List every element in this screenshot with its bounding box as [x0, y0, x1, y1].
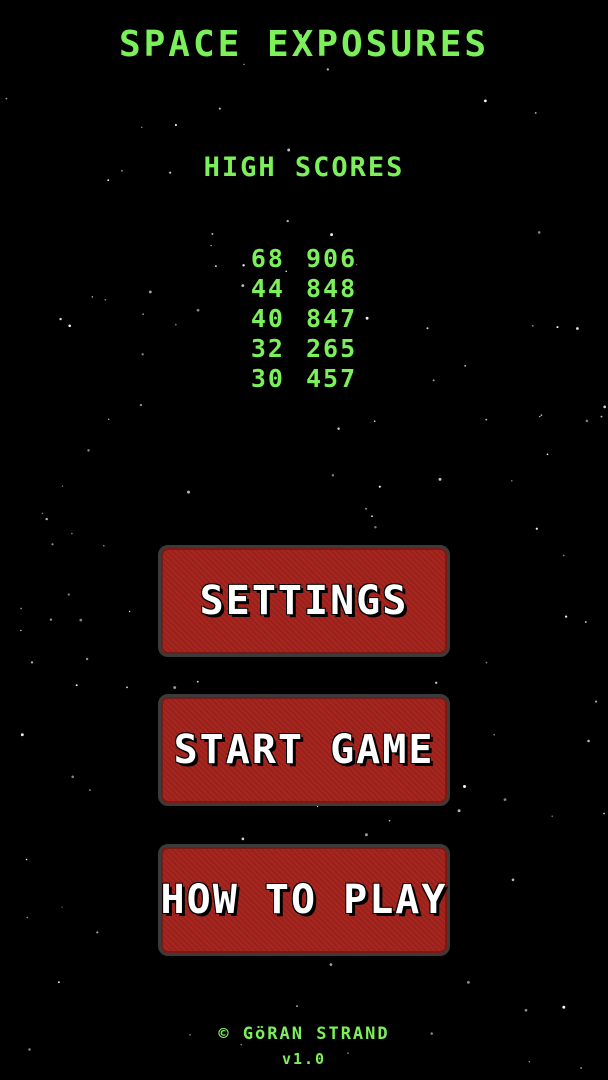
star	[173, 686, 177, 689]
star	[511, 479, 513, 482]
star	[61, 485, 64, 487]
copyright-credit: © GöRAN STRAND	[218, 1024, 390, 1044]
star	[587, 739, 590, 743]
star	[71, 532, 73, 535]
star	[603, 405, 607, 409]
star	[330, 233, 334, 237]
star	[286, 219, 289, 223]
star	[79, 618, 83, 622]
star	[485, 661, 488, 664]
star	[562, 1005, 566, 1009]
high-score-entry: 44 848	[250, 274, 358, 303]
star	[371, 515, 373, 518]
high-scores-heading: HIGH SCORES	[203, 152, 405, 183]
star	[435, 681, 438, 684]
star	[241, 837, 245, 841]
star	[373, 420, 376, 423]
star	[388, 819, 391, 822]
star	[41, 512, 44, 515]
star	[331, 474, 335, 477]
game-title: SPACE EXPOSURES	[118, 24, 490, 65]
star	[211, 232, 214, 235]
star	[141, 126, 143, 128]
star	[535, 527, 538, 530]
high-score-entry: 30 457	[250, 364, 358, 393]
star	[126, 686, 128, 689]
high-score-entry: 68 906	[250, 244, 358, 273]
star	[534, 111, 537, 114]
star	[524, 1008, 528, 1012]
star	[546, 453, 549, 456]
star	[365, 507, 367, 510]
star	[374, 525, 377, 529]
star	[57, 981, 60, 984]
star	[503, 798, 507, 801]
star	[537, 231, 541, 234]
star	[595, 700, 598, 703]
start-game-button-label: START GAME	[173, 727, 435, 773]
star	[26, 916, 29, 919]
star	[51, 543, 54, 546]
star	[364, 833, 368, 837]
star	[85, 657, 89, 661]
star	[174, 123, 177, 127]
star	[20, 629, 22, 632]
star	[107, 418, 110, 421]
star	[467, 981, 470, 984]
star	[564, 615, 568, 618]
star	[493, 733, 496, 736]
high-score-entry: 40 847	[250, 304, 358, 333]
star	[316, 805, 319, 808]
star	[600, 415, 603, 418]
star	[485, 418, 488, 421]
star	[61, 906, 63, 908]
star	[139, 403, 143, 407]
how-to-play-button-label: HOW TO PLAY	[160, 877, 448, 923]
star	[457, 809, 461, 813]
star	[511, 878, 515, 882]
star	[540, 414, 543, 416]
star	[20, 733, 24, 737]
star	[438, 477, 442, 481]
star	[218, 107, 221, 110]
star	[128, 610, 131, 613]
settings-button[interactable]: SETTINGS	[158, 545, 450, 657]
star	[5, 97, 8, 100]
star	[102, 544, 105, 547]
star	[562, 554, 565, 557]
star	[378, 485, 381, 488]
settings-button-label: SETTINGS	[199, 578, 409, 624]
star	[337, 427, 340, 430]
start-game-button[interactable]: START GAME	[158, 694, 450, 806]
star	[463, 785, 466, 788]
star	[196, 680, 199, 683]
star	[603, 812, 605, 815]
version-label: v1.0	[281, 1050, 327, 1068]
star	[49, 618, 53, 621]
star	[187, 490, 190, 494]
star	[71, 775, 74, 779]
star	[296, 1005, 298, 1008]
star	[539, 415, 541, 418]
star	[67, 593, 70, 596]
game-screen: SPACE EXPOSURES HIGH SCORES 68 906 44 84…	[0, 0, 608, 1080]
star	[45, 517, 48, 521]
star	[240, 1043, 242, 1046]
star	[96, 931, 99, 934]
star	[87, 449, 90, 452]
star	[326, 68, 329, 71]
star	[20, 607, 22, 610]
star	[551, 815, 553, 818]
star	[25, 858, 28, 861]
high-score-list: 68 906 44 848 40 847 32 265 30 457	[0, 244, 608, 394]
high-score-entry: 32 265	[250, 334, 358, 363]
star	[88, 789, 91, 792]
star	[75, 684, 78, 687]
star	[584, 621, 587, 623]
star	[30, 661, 34, 664]
star	[585, 419, 589, 423]
star	[329, 963, 333, 966]
how-to-play-button[interactable]: HOW TO PLAY	[158, 844, 450, 956]
star	[484, 99, 487, 103]
